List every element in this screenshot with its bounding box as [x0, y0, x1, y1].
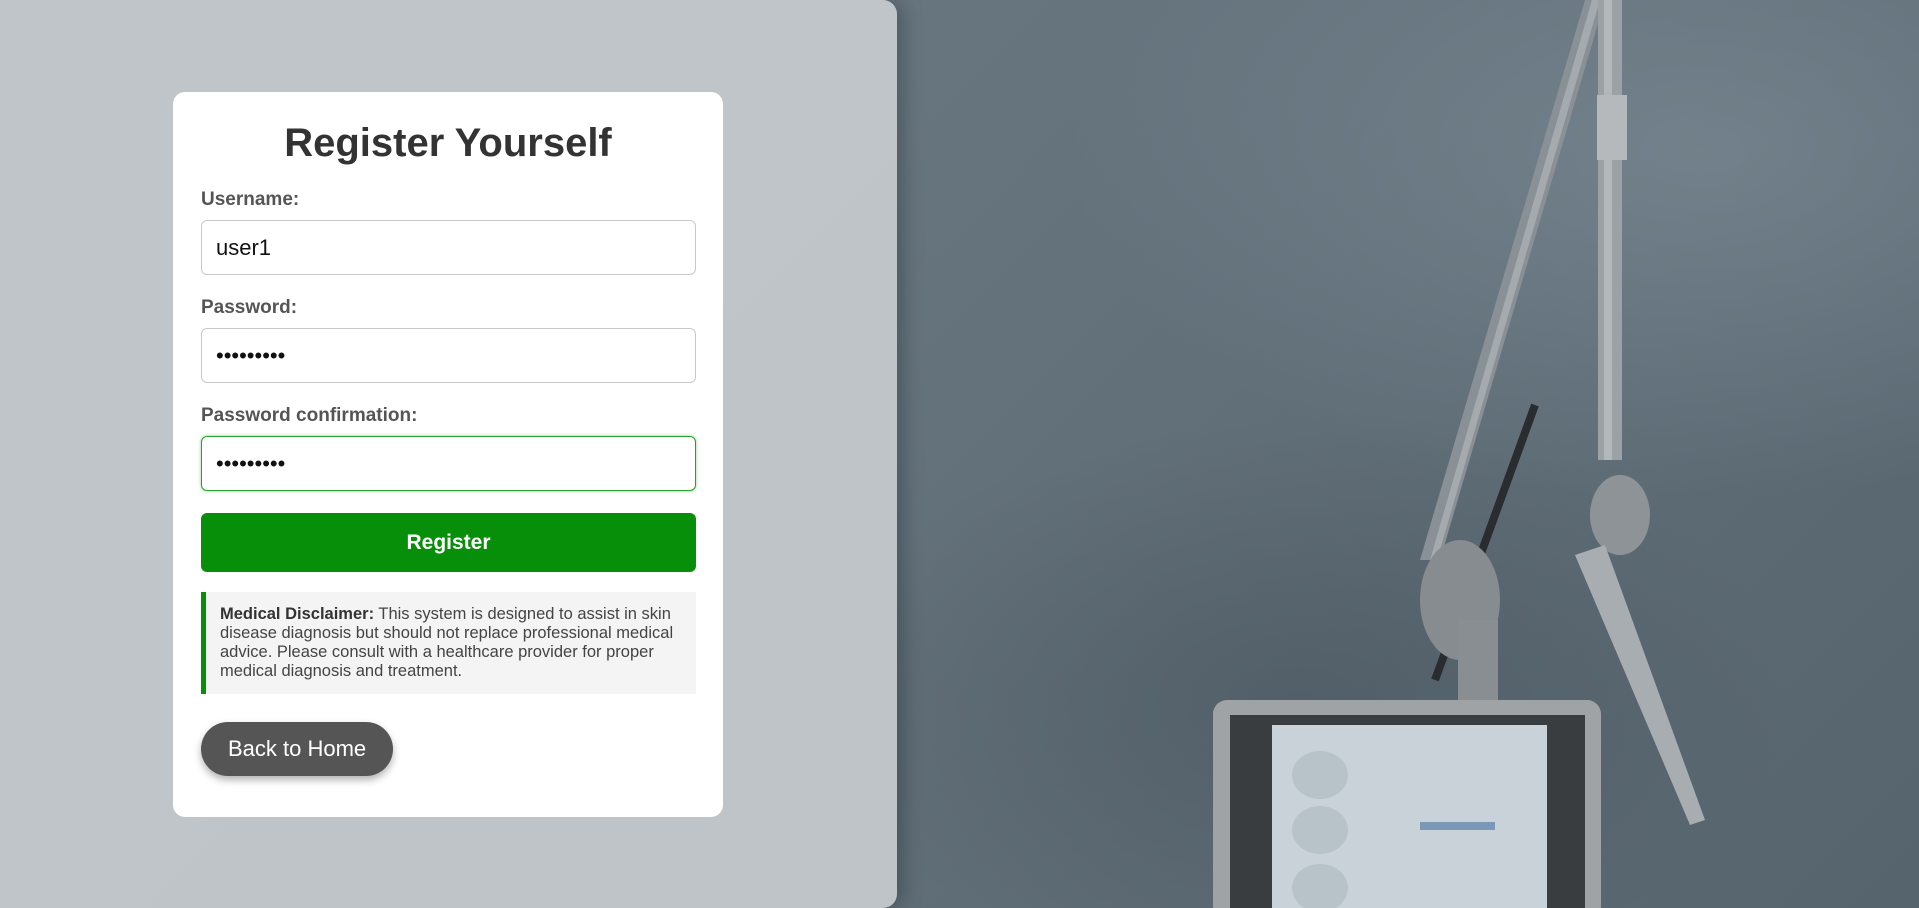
- medical-disclaimer: Medical Disclaimer: This system is desig…: [201, 592, 696, 694]
- page-title: Register Yourself: [284, 121, 612, 165]
- password-confirmation-group: Password confirmation:: [201, 405, 696, 491]
- username-label: Username:: [201, 189, 300, 210]
- password-confirmation-input[interactable]: [201, 436, 696, 491]
- password-group: Password:: [201, 297, 696, 383]
- disclaimer-heading: Medical Disclaimer:: [220, 605, 375, 623]
- password-confirmation-label: Password confirmation:: [201, 405, 418, 426]
- register-button[interactable]: Register: [201, 513, 696, 572]
- password-label: Password:: [201, 297, 298, 318]
- register-card: Register Yourself Username: Password: Pa…: [173, 92, 723, 817]
- left-panel: Register Yourself Username: Password: Pa…: [0, 0, 897, 908]
- username-group: Username:: [201, 189, 696, 275]
- password-input[interactable]: [201, 328, 696, 383]
- back-to-home-button[interactable]: Back to Home: [201, 722, 394, 776]
- username-input[interactable]: [201, 220, 696, 275]
